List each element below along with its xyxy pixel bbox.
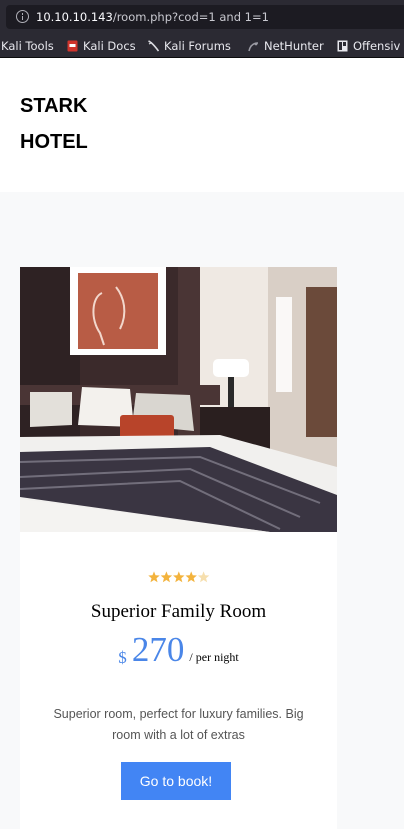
bookmark-label: Kali Tools: [1, 39, 54, 53]
bookmarks-bar: Kali Tools Kali Docs Kali Forums NetHunt…: [0, 34, 404, 58]
bedroom-image: [20, 267, 337, 532]
price-amount: 270: [131, 630, 185, 669]
bookmark-label: Kali Docs: [83, 39, 136, 53]
room-description: Superior room, perfect for luxury famili…: [53, 707, 304, 742]
bookmark-label: Offensiv: [353, 39, 401, 53]
kali-forums-icon: [148, 40, 159, 52]
bookmark-label: Kali Forums: [164, 39, 231, 53]
price-period: / per night: [189, 650, 239, 664]
brand-line-2: HOTEL: [20, 131, 88, 153]
url-bar[interactable]: 10.10.10.143/room.php?cod=1 and 1=1: [6, 5, 404, 29]
room-title: Superior Family Room: [90, 601, 267, 622]
price-currency: $: [118, 648, 127, 667]
site-info-icon[interactable]: [16, 10, 29, 23]
nethunter-icon: [248, 42, 259, 52]
bookmark-label: NetHunter: [264, 39, 324, 53]
browser-toolbar: 10.10.10.143/room.php?cod=1 and 1=1: [0, 0, 404, 34]
star-icon: [185, 571, 197, 583]
room-card: Superior Family Room $ 270 / per night S…: [20, 267, 337, 829]
url-host: 10.10.10.143: [36, 10, 113, 24]
star-rating: [148, 571, 210, 583]
star-icon: [197, 571, 210, 583]
url-text[interactable]: 10.10.10.143/room.php?cod=1 and 1=1: [36, 9, 269, 25]
room-price: $ 270 / per night: [20, 630, 337, 678]
bookmark-offensive[interactable]: Offensiv: [337, 38, 400, 54]
site-logo[interactable]: STARK HOTEL: [20, 88, 140, 160]
star-icon: [160, 571, 173, 583]
room-photo: [20, 267, 337, 532]
star-icon: [173, 571, 185, 583]
bookmark-kali-docs[interactable]: Kali Docs: [67, 38, 136, 54]
bookmark-nethunter[interactable]: NetHunter: [248, 38, 324, 54]
star-icon: [148, 571, 160, 583]
kali-docs-icon: [67, 40, 78, 52]
offensive-icon: [337, 40, 348, 52]
brand-line-1: STARK: [20, 95, 88, 117]
bookmark-kali-forums[interactable]: Kali Forums: [148, 38, 231, 54]
site-header: STARK HOTEL: [0, 58, 404, 192]
bookmark-kali-tools[interactable]: Kali Tools: [1, 38, 54, 54]
url-path: /room.php?cod=1 and 1=1: [112, 10, 269, 24]
book-button[interactable]: Go to book!: [121, 762, 231, 800]
